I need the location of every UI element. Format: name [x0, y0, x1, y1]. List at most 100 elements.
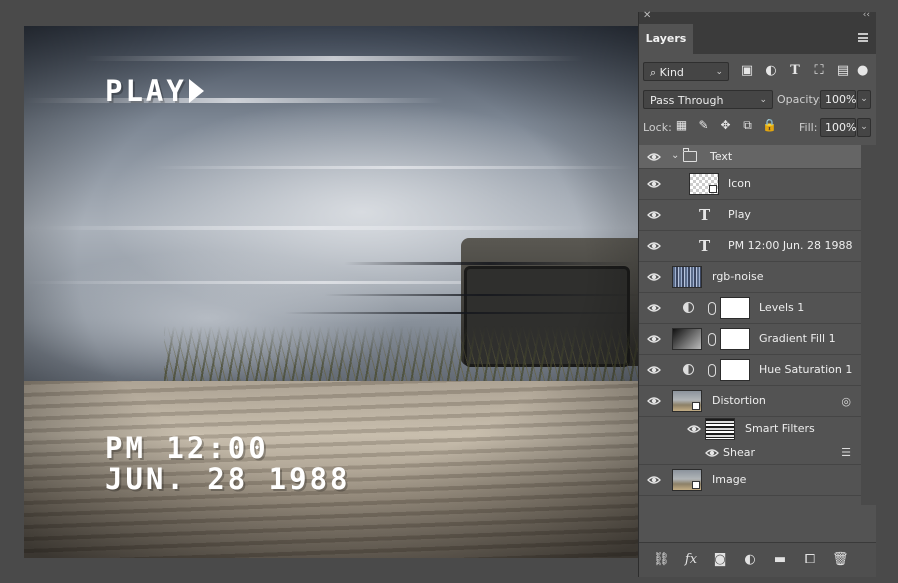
adjustment-layer-icon — [683, 364, 694, 375]
fill-chevron-icon[interactable]: ⌄ — [857, 118, 871, 137]
layer-row-gradient-fill[interactable]: Gradient Fill 1 — [639, 324, 861, 355]
add-mask-icon[interactable]: ◙ — [712, 552, 728, 568]
layer-thumbnail — [672, 469, 702, 491]
layer-name: Levels 1 — [759, 301, 805, 314]
fill-label: Fill: — [799, 121, 818, 134]
play-icon — [188, 79, 204, 103]
visibility-eye-icon[interactable] — [647, 301, 661, 315]
link-layers-icon[interactable]: ⛓ — [653, 552, 670, 568]
layer-thumbnail — [672, 390, 702, 412]
lock-label: Lock: — [643, 121, 672, 134]
visibility-eye-icon[interactable] — [647, 270, 661, 284]
layer-name: rgb-noise — [712, 270, 764, 283]
opacity-label: Opacity: — [777, 93, 823, 106]
panel-menu-icon[interactable] — [858, 33, 868, 42]
lock-transparent-icon[interactable]: ▦ — [674, 118, 689, 133]
layer-name: Icon — [728, 177, 751, 190]
layer-mask-thumbnail[interactable] — [720, 328, 750, 350]
layer-name: Play — [728, 208, 751, 221]
filter-row: ⌕ Kind ⌄ ▣ ◐ T ⛶ ▤ ● — [639, 60, 876, 84]
opacity-input[interactable]: 100% — [820, 90, 856, 109]
layer-row-icon[interactable]: Icon — [639, 169, 861, 200]
layer-row-text-group[interactable]: ⌄ Text — [639, 145, 861, 169]
visibility-eye-icon[interactable] — [647, 473, 661, 487]
lock-paint-brush-icon[interactable]: ✎ — [696, 118, 711, 133]
layer-row-rgb-noise[interactable]: rgb-noise — [639, 262, 861, 293]
layer-name: Smart Filters — [745, 422, 815, 435]
smart-filter-effects-icon[interactable]: ◎ — [841, 395, 851, 408]
smart-filter-mask-thumbnail[interactable] — [705, 418, 735, 440]
layer-thumbnail — [672, 328, 702, 350]
layer-row-smart-filters[interactable]: Smart Filters — [639, 417, 861, 441]
smart-object-badge-icon — [692, 402, 700, 410]
visibility-eye-icon[interactable] — [705, 446, 719, 460]
mask-link-icon[interactable] — [708, 302, 716, 315]
panel-footer: ⛓ fx ◙ ◐ ▬ ⧠ 🗑 — [639, 542, 876, 577]
visibility-eye-icon[interactable] — [647, 394, 661, 408]
layers-scrollbar[interactable] — [861, 145, 876, 505]
blend-mode-dropdown[interactable]: Pass Through ⌄ — [643, 90, 773, 109]
filter-blending-options-icon[interactable]: ☰ — [841, 446, 851, 459]
trash-icon[interactable]: 🗑 — [832, 552, 849, 568]
osd-time-line1: PM 12:00 — [105, 431, 269, 465]
smart-object-badge-icon — [692, 481, 700, 489]
fill-input[interactable]: 100% — [820, 118, 856, 137]
layer-row-image[interactable]: Image — [639, 465, 861, 496]
layer-name: Hue Saturation 1 — [759, 363, 853, 376]
collapse-panel-icon[interactable]: ‹‹ — [863, 10, 870, 20]
layer-name: Image — [712, 473, 747, 486]
osd-play-text: PLAY — [105, 74, 204, 108]
layers-panel: ✕ ‹‹ Layers ⌕ Kind ⌄ ▣ ◐ T ⛶ ▤ ● Pass Th… — [638, 10, 876, 577]
layer-row-distortion[interactable]: Distortion ◎ — [639, 386, 861, 417]
close-panel-icon[interactable]: ✕ — [643, 10, 651, 21]
lock-artboard-icon[interactable]: ⧉ — [740, 118, 755, 133]
layer-name: Text — [710, 149, 733, 163]
lock-row: Lock: ▦ ✎ ✥ ⧉ 🔒 Fill: 100% ⌄ — [639, 116, 876, 140]
fx-icon[interactable]: fx — [683, 552, 699, 568]
visibility-eye-icon[interactable] — [647, 208, 661, 222]
layer-name: PM 12:00 Jun. 28 1988 — [728, 239, 853, 252]
adjustment-filter-icon[interactable]: ◐ — [763, 63, 779, 79]
new-adjustment-icon[interactable]: ◐ — [742, 552, 758, 568]
tab-layers[interactable]: Layers — [639, 24, 693, 54]
lock-all-icon[interactable]: 🔒 — [762, 118, 777, 133]
visibility-eye-icon[interactable] — [647, 239, 661, 253]
layer-thumbnail — [689, 173, 719, 195]
mask-link-icon[interactable] — [708, 333, 716, 346]
blend-row: Pass Through ⌄ Opacity: 100% ⌄ — [639, 88, 876, 112]
layer-row-timestamp[interactable]: T PM 12:00 Jun. 28 1988 — [639, 231, 861, 262]
visibility-eye-icon[interactable] — [647, 332, 661, 346]
mask-link-icon[interactable] — [708, 364, 716, 377]
layer-row-levels[interactable]: Levels 1 — [639, 293, 861, 324]
layer-name: Shear — [723, 445, 755, 459]
layer-row-play[interactable]: T Play — [639, 200, 861, 231]
filter-kind-label: Kind — [659, 66, 684, 79]
filter-kind-dropdown[interactable]: ⌕ Kind ⌄ — [643, 62, 729, 81]
layer-mask-thumbnail[interactable] — [720, 297, 750, 319]
layer-name: Distortion — [712, 394, 766, 407]
layer-row-shear-filter[interactable]: Shear ☰ — [639, 441, 861, 465]
lock-position-move-icon[interactable]: ✥ — [718, 118, 733, 133]
document-canvas[interactable]: PLAY PM 12:00 JUN. 28 1988 — [24, 26, 638, 558]
smart-object-filter-icon[interactable]: ▤ — [835, 63, 851, 79]
new-group-folder-icon[interactable]: ▬ — [772, 552, 788, 568]
tab-layers-label: Layers — [645, 32, 687, 45]
new-layer-icon[interactable]: ⧠ — [802, 552, 818, 568]
folder-icon — [682, 148, 697, 162]
pixel-filter-icon[interactable]: ▣ — [739, 63, 755, 79]
visibility-eye-icon[interactable] — [647, 363, 661, 377]
layer-row-hue-saturation[interactable]: Hue Saturation 1 — [639, 355, 861, 386]
visibility-eye-icon[interactable] — [647, 177, 661, 191]
shape-filter-icon[interactable]: ⛶ — [811, 63, 827, 79]
chevron-down-icon: ⌄ — [759, 95, 767, 105]
panel-title-bar: ✕ ‹‹ — [639, 10, 876, 24]
type-layer-icon: T — [699, 206, 711, 224]
visibility-eye-icon[interactable] — [687, 422, 701, 436]
chevron-down-icon[interactable]: ⌄ — [671, 150, 679, 161]
filter-toggle-icon[interactable]: ● — [857, 63, 868, 79]
opacity-chevron-icon[interactable]: ⌄ — [857, 90, 871, 109]
layer-mask-thumbnail[interactable] — [720, 359, 750, 381]
visibility-eye-icon[interactable] — [647, 150, 661, 164]
type-filter-icon[interactable]: T — [787, 63, 803, 79]
layers-list: ⌄ Text Icon T Play T PM 12:00 Jun. 28 19… — [639, 145, 861, 496]
